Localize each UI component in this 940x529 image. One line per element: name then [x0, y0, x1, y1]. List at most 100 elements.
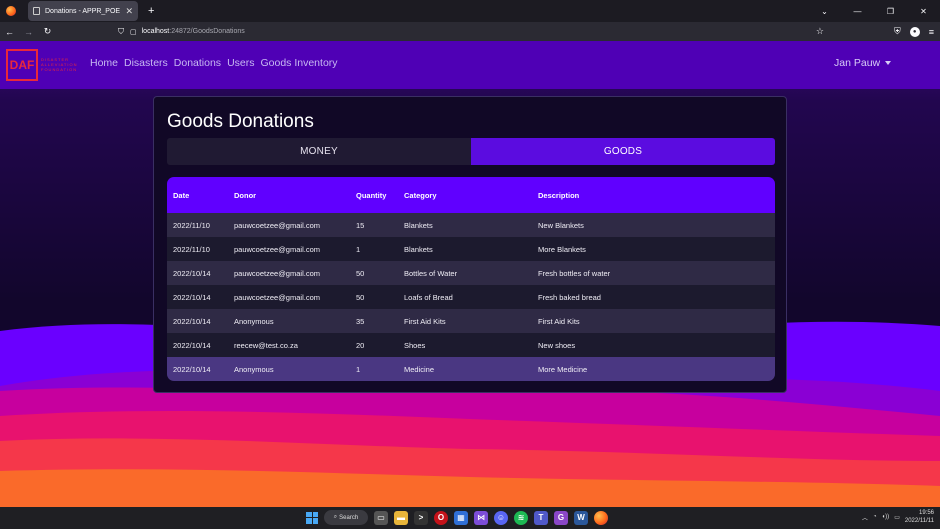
table-row: 2022/10/14 pauwcoetzee@gmail.com 50 Bott… [167, 261, 775, 285]
table-header-row: Date Donor Quantity Category Description [167, 177, 775, 213]
cell-donor: pauwcoetzee@gmail.com [234, 244, 320, 254]
user-menu-dropdown[interactable]: Jan Pauw [834, 57, 892, 69]
cell-quantity: 1 [356, 364, 361, 374]
cell-date: 2022/10/14 [173, 292, 211, 302]
teams-icon[interactable]: T [534, 510, 548, 525]
bookmark-star-icon[interactable]: ☆ [816, 26, 824, 37]
github-desktop-icon[interactable]: G [554, 510, 568, 525]
taskbar-search-button[interactable]: ⌕ Search [324, 510, 368, 525]
visual-studio-icon[interactable]: ⋈ [474, 510, 488, 525]
task-view-icon[interactable]: ▭ [374, 510, 388, 525]
taskbar-apps: ⌕ Search ▭ ▬ > O ▦ ⋈ ☺ ≋ T G W [306, 510, 608, 525]
table-row: 2022/11/10 pauwcoetzee@gmail.com 1 Blank… [167, 237, 775, 261]
close-window-button[interactable]: ✕ [907, 7, 940, 16]
cell-description: New shoes [538, 340, 576, 350]
table-row: 2022/10/14 reecew@test.co.za 20 Shoes Ne… [167, 333, 775, 357]
page-info-icon[interactable]: ▢ [130, 28, 137, 36]
cell-quantity: 35 [356, 316, 365, 326]
back-arrow-icon[interactable]: ← [0, 27, 19, 37]
opera-icon[interactable]: O [434, 510, 448, 525]
store-icon[interactable]: ▦ [454, 510, 468, 525]
firefox-icon[interactable] [594, 510, 608, 525]
discord-icon[interactable]: ☺ [494, 510, 508, 525]
daf-logo[interactable]: DAF DISASTER ALLEVIATION FOUNDATION [6, 48, 79, 81]
cell-category: Bottles of Water [404, 268, 458, 278]
new-tab-button[interactable]: + [148, 5, 154, 17]
caret-down-icon [885, 61, 892, 65]
user-name: Jan Pauw [834, 57, 881, 69]
clock-time: 19:56 [918, 510, 934, 516]
shield-icon[interactable]: ⛉ [118, 27, 124, 37]
browser-tabstrip: Donations - APPR_POE ✕ + ⌄ — ❐ ✕ [0, 0, 940, 22]
file-explorer-icon[interactable]: ▬ [394, 510, 408, 525]
terminal-icon[interactable]: > [414, 510, 428, 525]
search-icon: ⌕ [333, 514, 338, 520]
cell-quantity: 50 [356, 268, 365, 278]
network-icon[interactable]: ◔ [873, 514, 877, 520]
windows-start-icon[interactable] [306, 511, 318, 524]
page-title: Goods Donations [167, 111, 314, 132]
cell-date: 2022/10/14 [173, 364, 211, 374]
nav-link-donations[interactable]: Donations [174, 57, 221, 69]
column-header-description: Description [538, 190, 580, 200]
list-all-tabs-icon[interactable]: ⌄ [808, 7, 841, 16]
spotify-icon[interactable]: ≋ [514, 510, 528, 525]
pocket-icon[interactable]: ⛨ [894, 26, 901, 37]
donation-type-toggle: MONEY GOODS [167, 138, 775, 165]
cell-donor: pauwcoetzee@gmail.com [234, 220, 320, 230]
donations-card: Goods Donations MONEY GOODS Date Donor Q… [153, 96, 787, 393]
cell-description: Fresh baked bread [538, 292, 601, 302]
nav-link-disasters[interactable]: Disasters [124, 57, 168, 69]
url-path: :24872/GoodsDonations [169, 28, 245, 35]
browser-tab-donations[interactable]: Donations - APPR_POE ✕ [28, 1, 138, 21]
table-row: 2022/10/14 Anonymous 1 Medicine More Med… [167, 357, 775, 381]
logo-subtitle: DISASTER ALLEVIATION FOUNDATION [41, 57, 78, 72]
account-icon[interactable]: ● [909, 26, 920, 37]
cell-category: First Aid Kits [404, 316, 446, 326]
page-viewport: DAF DISASTER ALLEVIATION FOUNDATION Home… [0, 41, 940, 507]
site-navbar: DAF DISASTER ALLEVIATION FOUNDATION Home… [0, 41, 940, 89]
column-header-donor: Donor [234, 190, 257, 200]
window-controls: ⌄ — ❐ ✕ [808, 0, 940, 22]
volume-icon[interactable]: ◖)) [882, 514, 890, 520]
tab-close-icon[interactable]: ✕ [125, 6, 133, 17]
cell-donor: pauwcoetzee@gmail.com [234, 292, 320, 302]
logo-sub-line: FOUNDATION [41, 67, 78, 72]
tab-title: Donations - APPR_POE [45, 7, 121, 15]
browser-navbar: ← → ↻ ⛉ ▢ localhost:24872/GoodsDonations… [0, 22, 940, 41]
cell-donor: Anonymous [234, 364, 274, 374]
cell-category: Medicine [404, 364, 435, 374]
forward-arrow-icon[interactable]: → [19, 27, 38, 37]
money-toggle-button[interactable]: MONEY [167, 138, 471, 165]
cell-date: 2022/10/14 [173, 316, 211, 326]
word-icon[interactable]: W [574, 510, 588, 525]
cell-date: 2022/10/14 [173, 268, 211, 278]
cell-donor: reecew@test.co.za [234, 340, 298, 350]
nav-link-users[interactable]: Users [227, 57, 254, 69]
minimize-button[interactable]: — [841, 7, 874, 16]
goods-donations-table: Date Donor Quantity Category Description… [167, 177, 775, 381]
menu-hamburger-icon[interactable]: ≡ [929, 27, 934, 37]
nav-link-home[interactable]: Home [90, 57, 118, 69]
page-favicon-icon [33, 7, 40, 15]
nav-link-goods-inventory[interactable]: Goods Inventory [260, 57, 337, 69]
system-clock[interactable]: 19:56 2022/11/11 [905, 509, 934, 525]
tray-chevron-icon[interactable]: ︿ [862, 513, 868, 522]
url-bar[interactable]: ⛉ ▢ localhost:24872/GoodsDonations ☆ [112, 24, 830, 39]
cell-donor: Anonymous [234, 316, 274, 326]
cell-description: More Blankets [538, 244, 586, 254]
reload-icon[interactable]: ↻ [38, 26, 57, 37]
cell-category: Shoes [404, 340, 426, 350]
firefox-logo-icon [6, 6, 16, 16]
cell-date: 2022/11/10 [173, 244, 210, 254]
cell-quantity: 20 [356, 340, 365, 350]
restore-button[interactable]: ❐ [874, 7, 907, 16]
cell-description: New Blankets [538, 220, 584, 230]
cell-date: 2022/11/10 [173, 220, 210, 230]
clock-date: 2022/11/11 [904, 518, 934, 524]
toolbar-right: ⛨ ● ≡ [894, 22, 934, 41]
goods-toggle-button[interactable]: GOODS [471, 138, 775, 165]
battery-icon[interactable]: ▭ [894, 514, 900, 521]
cell-quantity: 50 [356, 292, 365, 302]
cell-description: More Medicine [538, 364, 588, 374]
